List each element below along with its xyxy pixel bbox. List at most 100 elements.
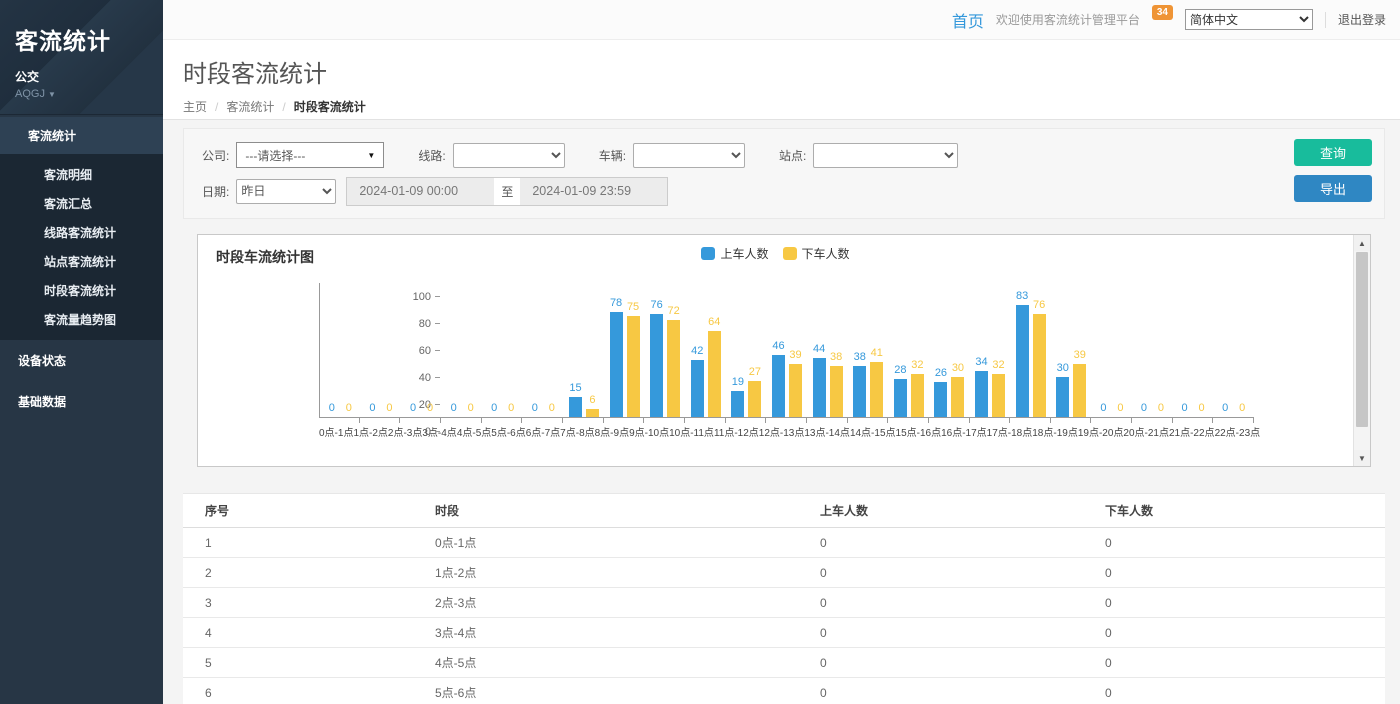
- x-tick: [685, 418, 726, 423]
- sidebar-nav: 客流统计 客流明细客流汇总线路客流统计站点客流统计时段客流统计客流量趋势图 设备…: [0, 115, 163, 704]
- chart-bar[interactable]: [667, 320, 680, 417]
- bar-column: 0: [366, 283, 379, 417]
- welcome-text: 欢迎使用客流统计管理平台: [996, 11, 1140, 28]
- chart-bar[interactable]: [951, 377, 964, 418]
- sidebar-subitem-客流量趋势图[interactable]: 客流量趋势图: [0, 305, 163, 334]
- x-axis-label: 12点-13点: [759, 424, 805, 439]
- chart-bar[interactable]: [569, 397, 582, 417]
- date-preset-select[interactable]: 昨日: [236, 179, 336, 204]
- company-select[interactable]: ---请选择--- ▼: [236, 142, 384, 168]
- chart-bar[interactable]: [870, 362, 883, 417]
- org-code-dropdown[interactable]: AQGJ▼: [15, 88, 148, 100]
- chart-category-slot: 00: [1092, 283, 1133, 417]
- table-column-header: 时段: [413, 494, 798, 528]
- bar-value-label: 0: [1100, 402, 1106, 414]
- sidebar-subitem-时段客流统计[interactable]: 时段客流统计: [0, 276, 163, 305]
- sidebar-item-base-data[interactable]: 基础数据: [0, 381, 163, 422]
- table-cell: 2点-3点: [413, 588, 798, 618]
- chart-bar[interactable]: [1033, 314, 1046, 417]
- chart-bar[interactable]: [934, 382, 947, 417]
- bar-value-label: 0: [491, 402, 497, 414]
- breadcrumb: 主页 / 客流统计 / 时段客流统计: [183, 98, 1400, 115]
- chart-bar[interactable]: [992, 374, 1005, 417]
- logout-link[interactable]: 退出登录: [1338, 11, 1386, 28]
- breadcrumb-home[interactable]: 主页: [183, 98, 207, 115]
- chart-bar[interactable]: [650, 314, 663, 417]
- chart-bar[interactable]: [1056, 377, 1069, 418]
- table-body: 10点-1点0021点-2点0032点-3点0043点-4点0054点-5点00…: [183, 528, 1385, 704]
- bar-column: 75: [627, 283, 640, 417]
- bar-pair: 00: [320, 283, 361, 417]
- chart-bar[interactable]: [627, 316, 640, 417]
- filter-row-2: 日期: 昨日 2024-01-09 00:00 至 2024-01-09 23:…: [202, 176, 1370, 206]
- bar-pair: 3841: [848, 283, 889, 417]
- sidebar-subitem-客流明细[interactable]: 客流明细: [0, 160, 163, 189]
- chart-bar[interactable]: [911, 374, 924, 417]
- chart-bar[interactable]: [772, 355, 785, 417]
- chart-bar[interactable]: [813, 358, 826, 417]
- scroll-down-icon[interactable]: ▼: [1354, 450, 1370, 466]
- bar-column: 0: [383, 283, 396, 417]
- topbar: 首页 欢迎使用客流统计管理平台 34 简体中文 退出登录: [163, 0, 1400, 40]
- legend-item[interactable]: 上车人数: [701, 245, 768, 262]
- chart-bar[interactable]: [748, 381, 761, 417]
- table-cell: 0: [1083, 618, 1385, 648]
- x-tick: [766, 418, 807, 423]
- scroll-up-icon[interactable]: ▲: [1354, 235, 1370, 251]
- chart-bar[interactable]: [789, 364, 802, 417]
- station-select[interactable]: [813, 143, 958, 168]
- bar-column: 30: [1056, 283, 1069, 417]
- bar-column: 0: [528, 283, 541, 417]
- chart-bar[interactable]: [975, 371, 988, 417]
- line-select[interactable]: [453, 143, 565, 168]
- language-select[interactable]: 简体中文: [1185, 9, 1313, 30]
- caret-down-icon: ▼: [367, 151, 375, 160]
- chart-bar[interactable]: [853, 366, 866, 417]
- chart-bar[interactable]: [691, 360, 704, 417]
- bar-pair: 8376: [1010, 283, 1051, 417]
- chart-legend: 上车人数下车人数: [198, 245, 1353, 262]
- date-to-input[interactable]: 2024-01-09 23:59: [520, 177, 668, 206]
- table-cell: 3: [183, 588, 413, 618]
- bar-value-label: 64: [708, 316, 720, 328]
- vehicle-select[interactable]: [633, 143, 745, 168]
- legend-item[interactable]: 下车人数: [783, 245, 850, 262]
- chart-x-ticks: [319, 418, 1254, 423]
- sidebar-subitem-客流汇总[interactable]: 客流汇总: [0, 189, 163, 218]
- table-row: 43点-4点00: [183, 618, 1385, 648]
- sidebar-item-device-status[interactable]: 设备状态: [0, 340, 163, 381]
- bar-value-label: 0: [532, 402, 538, 414]
- chart-scrollbar[interactable]: ▲ ▼: [1353, 235, 1370, 466]
- chart-bar[interactable]: [894, 379, 907, 417]
- table-cell: 0: [1083, 648, 1385, 678]
- date-from-input[interactable]: 2024-01-09 00:00: [346, 177, 494, 206]
- home-link[interactable]: 首页: [952, 8, 984, 32]
- query-button[interactable]: 查询: [1294, 139, 1372, 166]
- sidebar-subitem-站点客流统计[interactable]: 站点客流统计: [0, 247, 163, 276]
- bar-column: 15: [569, 283, 582, 417]
- table-cell: 0: [1083, 588, 1385, 618]
- chart-bar[interactable]: [1073, 364, 1086, 417]
- scrollbar-thumb[interactable]: [1356, 252, 1368, 427]
- bar-pair: 2832: [889, 283, 930, 417]
- chart-bar[interactable]: [731, 391, 744, 417]
- date-range-group: 2024-01-09 00:00 至 2024-01-09 23:59: [346, 177, 668, 206]
- breadcrumb-section[interactable]: 客流统计: [226, 98, 274, 115]
- bar-column: 0: [464, 283, 477, 417]
- sidebar-subitem-线路客流统计[interactable]: 线路客流统计: [0, 218, 163, 247]
- chart-bar[interactable]: [586, 409, 599, 417]
- bar-pair: 4264: [685, 283, 726, 417]
- chart-bar[interactable]: [708, 331, 721, 417]
- sidebar-item-passenger-stats[interactable]: 客流统计: [0, 117, 163, 154]
- table-row: 65点-6点00: [183, 678, 1385, 704]
- chart-bar[interactable]: [610, 312, 623, 417]
- export-button[interactable]: 导出: [1294, 175, 1372, 202]
- chart-bar[interactable]: [830, 366, 843, 417]
- notification-badge[interactable]: 34: [1152, 5, 1173, 20]
- table-cell: 2: [183, 558, 413, 588]
- bar-pair: 00: [1213, 283, 1254, 417]
- bar-value-label: 39: [789, 349, 801, 361]
- bar-value-label: 46: [772, 340, 784, 352]
- bar-column: 26: [934, 283, 947, 417]
- chart-bar[interactable]: [1016, 305, 1029, 417]
